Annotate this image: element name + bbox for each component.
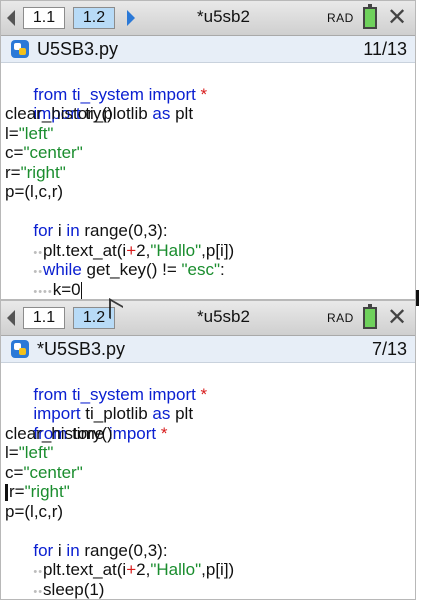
code-line[interactable]: l="left" [5,124,415,144]
code-line[interactable]: ••plt.text_at(i+2,"Hallo",p[i]) [5,221,415,260]
code-line[interactable]: ••while get_key() != "esc": [5,241,415,279]
close-icon[interactable]: ✕ [387,303,407,332]
code-line[interactable]: import ti_plotlib as plt [5,385,415,423]
string-literal: "center" [23,143,83,162]
code-text: p=(l,c,r) [5,501,64,521]
title-bar: 1.1 1.2 *u5sb2 RAD ✕ [1,1,415,36]
next-page-icon[interactable] [127,10,135,26]
line-marker [5,484,8,502]
code-line[interactable]: clear_history() [5,424,415,444]
file-name: *U5SB3.py [37,339,126,359]
previous-page-icon[interactable] [7,10,15,26]
code-line[interactable]: p=(l,c,r) [5,182,415,202]
editor-panel-bottom: 1.1 1.2 *u5sb2 RAD ✕ *U5SB3.py 7/13 from… [0,300,416,600]
code-text: clear_history() [5,423,113,443]
code-line[interactable]: p=(l,c,r) [5,502,415,522]
close-icon[interactable]: ✕ [387,3,407,32]
indent-dots: •••• [33,285,53,298]
code-text: r= [9,482,25,501]
code-text: p=(l,c,r) [5,182,64,201]
code-line[interactable]: from ti_system import * [5,365,415,404]
battery-icon [363,4,377,29]
title-bar: 1.1 1.2 *u5sb2 RAD ✕ [1,301,415,336]
document-title: *u5sb2 [197,7,250,26]
code-line[interactable]: r="right" [5,482,415,502]
code-editor[interactable]: from ti_system import * import ti_plotli… [1,63,415,299]
code-line[interactable]: ••sleep(1) [5,560,415,599]
string-literal: "left" [18,443,54,462]
code-line[interactable]: l="left" [5,443,415,463]
tab-1-1[interactable]: 1.1 [23,7,65,29]
text-cursor [80,281,82,299]
code-text: l= [5,443,19,462]
file-name: U5SB3.py [37,39,119,59]
tab-1-1[interactable]: 1.1 [23,307,65,329]
tab-1-2[interactable]: 1.2 [73,7,115,29]
code-text: r= [5,162,21,182]
code-line[interactable]: c="center" [5,463,415,483]
code-line[interactable]: ••••k=0 [5,260,415,299]
code-line[interactable]: c="center" [5,143,415,163]
code-text: sleep(1) [43,579,105,599]
string-literal: "left" [18,123,54,143]
code-text: k=0 [52,279,81,299]
file-bar: *U5SB3.py 7/13 [1,336,415,363]
string-literal: "right" [24,482,70,501]
window-edge-mark [416,290,419,306]
code-line[interactable]: for i in range(0,3): [5,521,415,560]
code-text: c= [5,462,24,482]
code-line[interactable]: from time import * [5,404,415,443]
line-position: 11/13 [363,39,407,59]
python-icon [11,40,29,58]
code-line[interactable]: import ti_plotlib as plt [5,85,415,123]
code-line[interactable]: clear_history() [5,104,415,124]
document-title: *u5sb2 [197,307,250,326]
code-text: c= [5,143,24,162]
code-text: l= [5,123,19,143]
code-line[interactable]: from ti_system import * [5,65,415,104]
string-literal: "center" [23,462,83,482]
code-text: clear_history() [5,104,113,123]
code-editor[interactable]: from ti_system import * import ti_plotli… [1,363,415,599]
code-line[interactable]: ••plt.text_at(i+2,"Hallo",p[i]) [5,541,415,579]
code-line[interactable]: for i in range(0,3): [5,202,415,240]
editor-panel-top: 1.1 1.2 *u5sb2 RAD ✕ U5SB3.py 11/13 from… [0,0,416,300]
battery-icon [363,304,377,329]
string-literal: "right" [20,162,66,182]
code-line[interactable]: r="right" [5,163,415,183]
python-icon [11,340,29,358]
angle-mode-indicator: RAD [327,311,354,325]
file-bar: U5SB3.py 11/13 [1,36,415,63]
line-position: 7/13 [371,339,407,359]
indent-dots: •• [33,585,44,598]
previous-page-icon[interactable] [7,310,15,326]
angle-mode-indicator: RAD [327,11,354,25]
